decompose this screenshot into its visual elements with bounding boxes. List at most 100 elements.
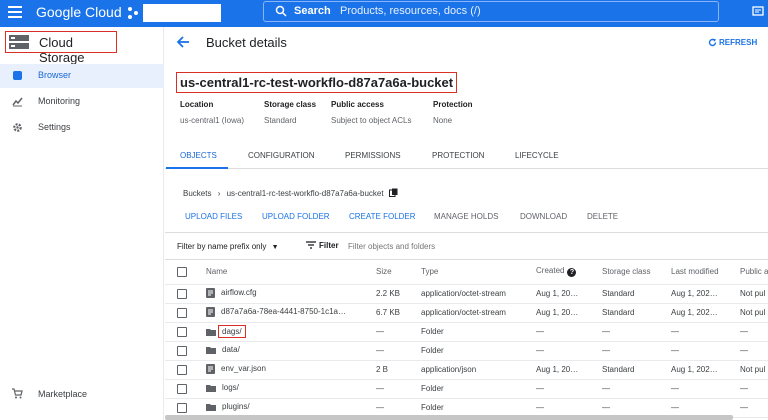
chevron-down-icon[interactable]: ▼ [210,4,220,15]
col-name[interactable]: Name [206,260,376,285]
row-checkbox[interactable] [177,307,187,318]
cell-public-access: Not pul [740,303,768,323]
cell-last-modified: — [671,379,740,399]
row-checkbox[interactable] [177,345,187,356]
copy-icon[interactable] [388,188,398,197]
file-icon [206,363,215,374]
col-size[interactable]: Size [376,260,421,285]
row-checkbox[interactable] [177,364,187,375]
cell-storage-class: — [602,341,671,361]
tab-bar: OBJECTS CONFIGURATION PERMISSIONS PROTEC… [165,145,768,169]
object-name-link[interactable]: plugins/ [222,402,250,411]
select-all-checkbox[interactable] [177,266,187,277]
main-content: Bucket details REFRESH us-central1-rc-te… [165,27,768,420]
tab-configuration[interactable]: CONFIGURATION [248,151,315,160]
filter-icon [306,241,316,249]
google-cloud-logo[interactable]: Google Cloud [36,4,122,20]
col-created[interactable]: Created? [536,260,602,285]
sidebar-item-marketplace[interactable]: Marketplace [0,382,164,406]
sidebar-item-monitoring[interactable]: Monitoring [0,90,164,114]
table-row[interactable]: dags/— Folder — — — — [165,322,768,342]
refresh-button[interactable]: REFRESH [708,38,757,47]
sidebar-item-label: Browser [38,70,72,80]
chart-icon [12,97,23,107]
bucket-name: us-central1-rc-test-workflo-d87a7a6a-buc… [176,72,458,93]
tab-objects[interactable]: OBJECTS [180,151,217,160]
folder-icon [206,328,216,336]
cell-last-modified: — [671,322,740,342]
meta-key: Protection [433,100,473,109]
file-icon [206,306,215,317]
tab-protection[interactable]: PROTECTION [432,151,484,160]
upload-files-button[interactable]: UPLOAD FILES [185,212,242,221]
search-placeholder: Products, resources, docs (/) [340,5,481,17]
cell-type: application/octet-stream [421,284,536,304]
object-name-link[interactable]: env_var.json [221,364,266,373]
meta-key: Public access [331,100,384,109]
cell-size: — [376,379,421,399]
row-checkbox[interactable] [177,402,187,413]
row-checkbox[interactable] [177,383,187,394]
refresh-icon [708,38,717,47]
breadcrumb-buckets[interactable]: Buckets [183,189,211,198]
cell-public-access: Not pul [740,360,768,380]
horizontal-scrollbar[interactable] [165,415,733,420]
file-icon [206,287,215,298]
tab-permissions[interactable]: PERMISSIONS [345,151,401,160]
meta-value: Standard [264,116,297,125]
download-button[interactable]: DOWNLOAD [520,212,567,221]
top-bar: Google Cloud ▼ Search Products, resource… [0,0,768,27]
cell-public-access: Not pul [740,284,768,304]
cell-type: application/octet-stream [421,303,536,323]
col-type[interactable]: Type [421,260,536,285]
cell-last-modified: Aug 1, 202… [671,284,740,304]
help-icon[interactable]: ? [567,268,577,278]
menu-icon[interactable] [8,6,22,20]
delete-button[interactable]: DELETE [587,212,618,221]
cell-type: Folder [421,379,536,399]
cell-public-access: — [740,341,768,361]
object-name-link[interactable]: data/ [222,345,240,354]
table-row[interactable]: airflow.cfg 2.2 KB application/octet-strea… [165,284,768,304]
bucket-icon [13,71,22,80]
marketplace-label: Marketplace [38,389,88,399]
back-arrow-icon[interactable] [176,35,190,49]
table-row[interactable]: env_var.json 2 Bapplication/json Aug 1, 20… [165,360,768,380]
col-created-label: Created [536,266,565,276]
create-folder-button[interactable]: CREATE FOLDER [349,212,416,221]
object-name-link[interactable]: dags/ [218,325,246,338]
tab-lifecycle[interactable]: LIFECYCLE [515,151,559,160]
cell-type: application/json [421,360,536,380]
table-row[interactable]: logs/— Folder — — — — [165,379,768,399]
col-last-modified[interactable]: Last modified [671,260,740,285]
col-public-access[interactable]: Public a [740,260,768,285]
row-checkbox[interactable] [177,288,187,299]
object-name-link[interactable]: airflow.cfg [221,288,257,297]
filter-input[interactable] [348,239,548,253]
page-title: Bucket details [206,35,287,50]
breadcrumb: Buckets › us-central1-rc-test-workflo-d8… [183,188,398,198]
row-checkbox[interactable] [177,326,187,337]
meta-key: Location [180,100,214,109]
cell-created: — [536,379,602,399]
sidebar-item-settings[interactable]: Settings [0,116,164,140]
refresh-label: REFRESH [719,38,758,47]
filter-prefix-select[interactable]: Filter by name prefix only ▼ [177,242,279,251]
upload-folder-button[interactable]: UPLOAD FOLDER [262,212,330,221]
chat-icon[interactable] [752,6,764,18]
table-row[interactable]: data/— Folder — — — — [165,341,768,361]
object-name-link[interactable]: logs/ [222,383,239,392]
object-name-link[interactable]: d87a7a6a-78ea-4441-8750-1c1a… [221,307,346,316]
product-header[interactable]: Cloud Storage [5,31,117,65]
col-storage-class[interactable]: Storage class [602,260,671,285]
cell-size: 2.2 KB [376,284,421,304]
filter-button[interactable]: Filter [306,241,339,250]
cell-type: Folder [421,341,536,361]
search-bar[interactable]: Search Products, resources, docs (/) [263,1,719,22]
sidebar-item-browser[interactable]: Browser [0,64,164,88]
cell-public-access: — [740,379,768,399]
table-row[interactable]: d87a7a6a-78ea-4441-8750-1c1a… 6.7 KB appli… [165,303,768,323]
cell-storage-class: Standard [602,284,671,304]
manage-holds-button[interactable]: MANAGE HOLDS [434,212,498,221]
folder-icon [206,384,216,392]
